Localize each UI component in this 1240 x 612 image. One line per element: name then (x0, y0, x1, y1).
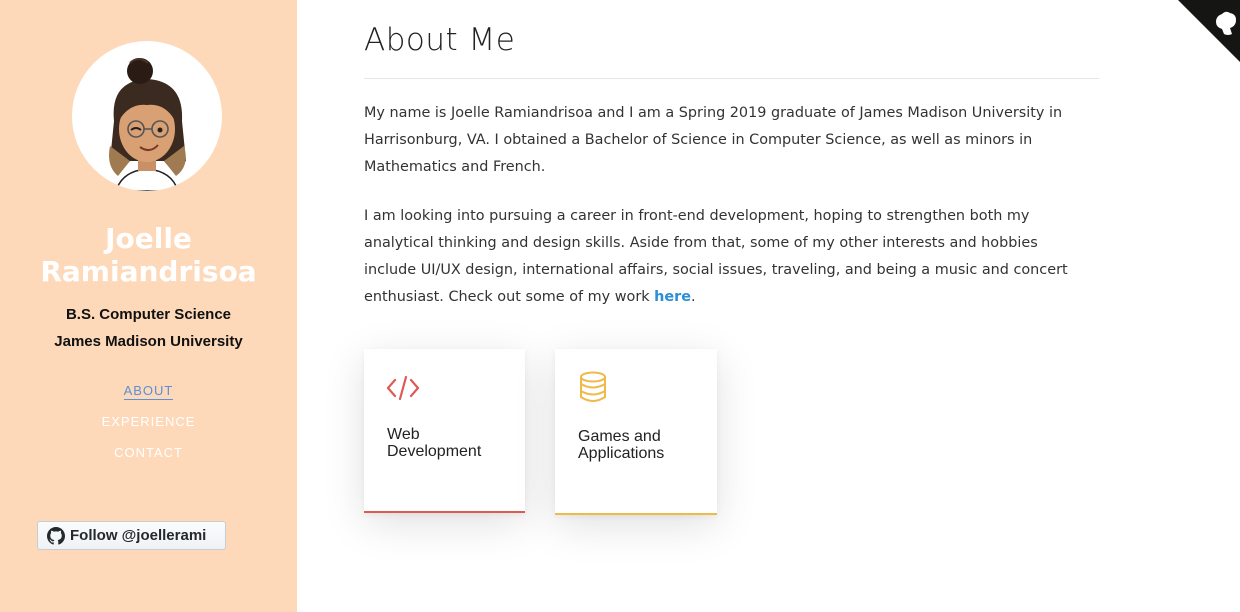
avatar (72, 41, 222, 191)
database-icon (580, 371, 606, 402)
nav-contact-label: CONTACT (114, 445, 183, 460)
profile-name: Joelle Ramiandrisoa (40, 222, 257, 288)
profile-school: James Madison University (54, 333, 243, 350)
github-icon (47, 526, 65, 545)
nav-contact[interactable]: CONTACT (0, 444, 297, 475)
title-divider (364, 78, 1099, 79)
card-web-development[interactable]: Web Development (364, 349, 525, 513)
sidebar: Joelle Ramiandrisoa B.S. Computer Scienc… (0, 0, 297, 612)
card-label: Games and Applications (578, 428, 665, 462)
nav-experience[interactable]: EXPERIENCE (0, 413, 297, 444)
about-paragraph-1: My name is Joelle Ramiandrisoa and I am … (364, 105, 1063, 175)
github-corner-icon[interactable] (1178, 0, 1240, 62)
sidebar-nav: ABOUT EXPERIENCE CONTACT (0, 382, 297, 475)
github-follow-button[interactable]: Follow @joellerami (37, 521, 226, 550)
page-title: About Me (364, 22, 516, 58)
avatar-illustration (109, 58, 186, 191)
card-label: Web Development (387, 426, 482, 460)
nav-about[interactable]: ABOUT (0, 382, 297, 413)
about-paragraph-2-text: I am looking into pursuing a career in f… (364, 208, 1068, 305)
about-paragraph-2: I am looking into pursuing a career in f… (364, 203, 1084, 311)
code-icon (386, 375, 420, 401)
card-games-applications[interactable]: Games and Applications (555, 349, 717, 515)
work-link[interactable]: here (654, 289, 691, 305)
about-paragraph-2-end: . (691, 289, 696, 305)
profile-degree: B.S. Computer Science (65, 306, 232, 323)
github-follow-label: Follow @joellerami (70, 527, 207, 544)
nav-experience-label: EXPERIENCE (101, 414, 196, 429)
nav-about-label: ABOUT (123, 383, 174, 400)
